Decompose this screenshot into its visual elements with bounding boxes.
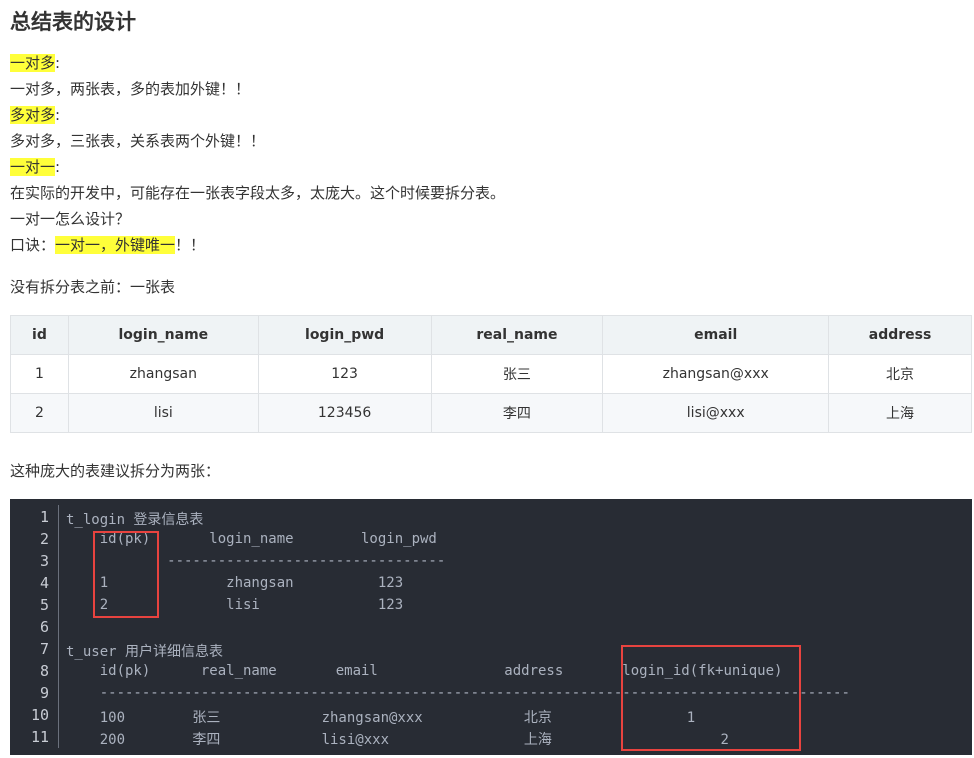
one-to-one-label: 一对一	[10, 158, 56, 176]
table-cell: 2	[10, 393, 69, 433]
column-header: email	[602, 315, 830, 355]
many-to-many-heading: 多对多:	[10, 104, 60, 125]
colon: :	[55, 54, 61, 72]
code-line: t_login 登录信息表	[66, 512, 204, 528]
many-to-many-text: 多对多，三张表，关系表两个外键！！	[10, 132, 266, 150]
column-header: login_name	[67, 315, 259, 355]
table-cell: 1	[10, 354, 69, 394]
line-number: 10	[30, 706, 49, 724]
table-cell: 李四	[430, 393, 604, 433]
user-table: id login_name login_pwd real_name email …	[10, 315, 972, 433]
foreign-key-highlight-box	[621, 645, 801, 751]
table-cell: zhangsan@xxx	[602, 354, 830, 394]
colon: :	[55, 106, 61, 124]
column-header: id	[10, 315, 69, 355]
code-line: 100 张三 zhangsan@xxx 北京 1	[66, 710, 696, 726]
one-to-many-label: 一对多	[10, 54, 56, 72]
many-to-many-label: 多对多	[10, 106, 56, 124]
table-cell: 张三	[430, 354, 604, 394]
column-header: real_name	[430, 315, 604, 355]
line-number: 8	[39, 662, 49, 680]
line-number: 4	[39, 574, 49, 592]
column-header: address	[828, 315, 972, 355]
one-to-many-text: 一对多，两张表，多的表加外键！！	[10, 80, 251, 98]
table-row: 2 lisi 123456 李四 lisi@xxx 上海	[10, 393, 972, 433]
line-number: 5	[39, 596, 49, 614]
page-title: 总结表的设计	[10, 10, 136, 34]
code-block: 1 2 3 4 5 6 7 8 9 10 11 t_login 登录信息表 id…	[10, 499, 972, 755]
formula-highlight: 一对一，外键唯一	[55, 236, 176, 254]
one-to-one-heading: 一对一:	[10, 156, 60, 177]
table-cell: 123	[257, 354, 432, 394]
line-number: 7	[39, 640, 49, 658]
table-cell: 上海	[828, 393, 972, 433]
line-number: 2	[39, 530, 49, 548]
table-cell: 123456	[257, 393, 432, 433]
line-number: 1	[39, 508, 49, 526]
primary-key-highlight-box	[93, 531, 159, 618]
before-split-text: 没有拆分表之前：一张表	[10, 278, 176, 296]
line-number: 11	[30, 728, 49, 746]
table-cell: 北京	[828, 354, 972, 394]
colon: :	[55, 158, 61, 176]
table-cell: zhangsan	[67, 354, 259, 394]
one-to-one-text: 在实际的开发中，可能存在一张表字段太多，太庞大。这个时候要拆分表。	[10, 184, 506, 202]
formula-line: 口诀：一对一，外键唯一！！	[10, 234, 205, 255]
code-line: t_user 用户详细信息表	[66, 644, 224, 660]
suggestion-text: 这种庞大的表建议拆分为两张：	[10, 462, 221, 480]
column-header: login_pwd	[257, 315, 432, 355]
table-cell: lisi	[67, 393, 259, 433]
one-to-many-heading: 一对多:	[10, 52, 60, 73]
line-number: 9	[39, 684, 49, 702]
line-number: 6	[39, 618, 49, 636]
table-cell: lisi@xxx	[602, 393, 830, 433]
table-header-row: id login_name login_pwd real_name email …	[10, 315, 972, 355]
formula-label: 口诀：	[10, 236, 56, 254]
line-number-gutter: 1 2 3 4 5 6 7 8 9 10 11	[10, 505, 59, 748]
table-row: 1 zhangsan 123 张三 zhangsan@xxx 北京	[10, 354, 972, 394]
line-number: 3	[39, 552, 49, 570]
design-question: 一对一怎么设计？	[10, 210, 131, 228]
formula-tail: ！！	[175, 236, 206, 254]
